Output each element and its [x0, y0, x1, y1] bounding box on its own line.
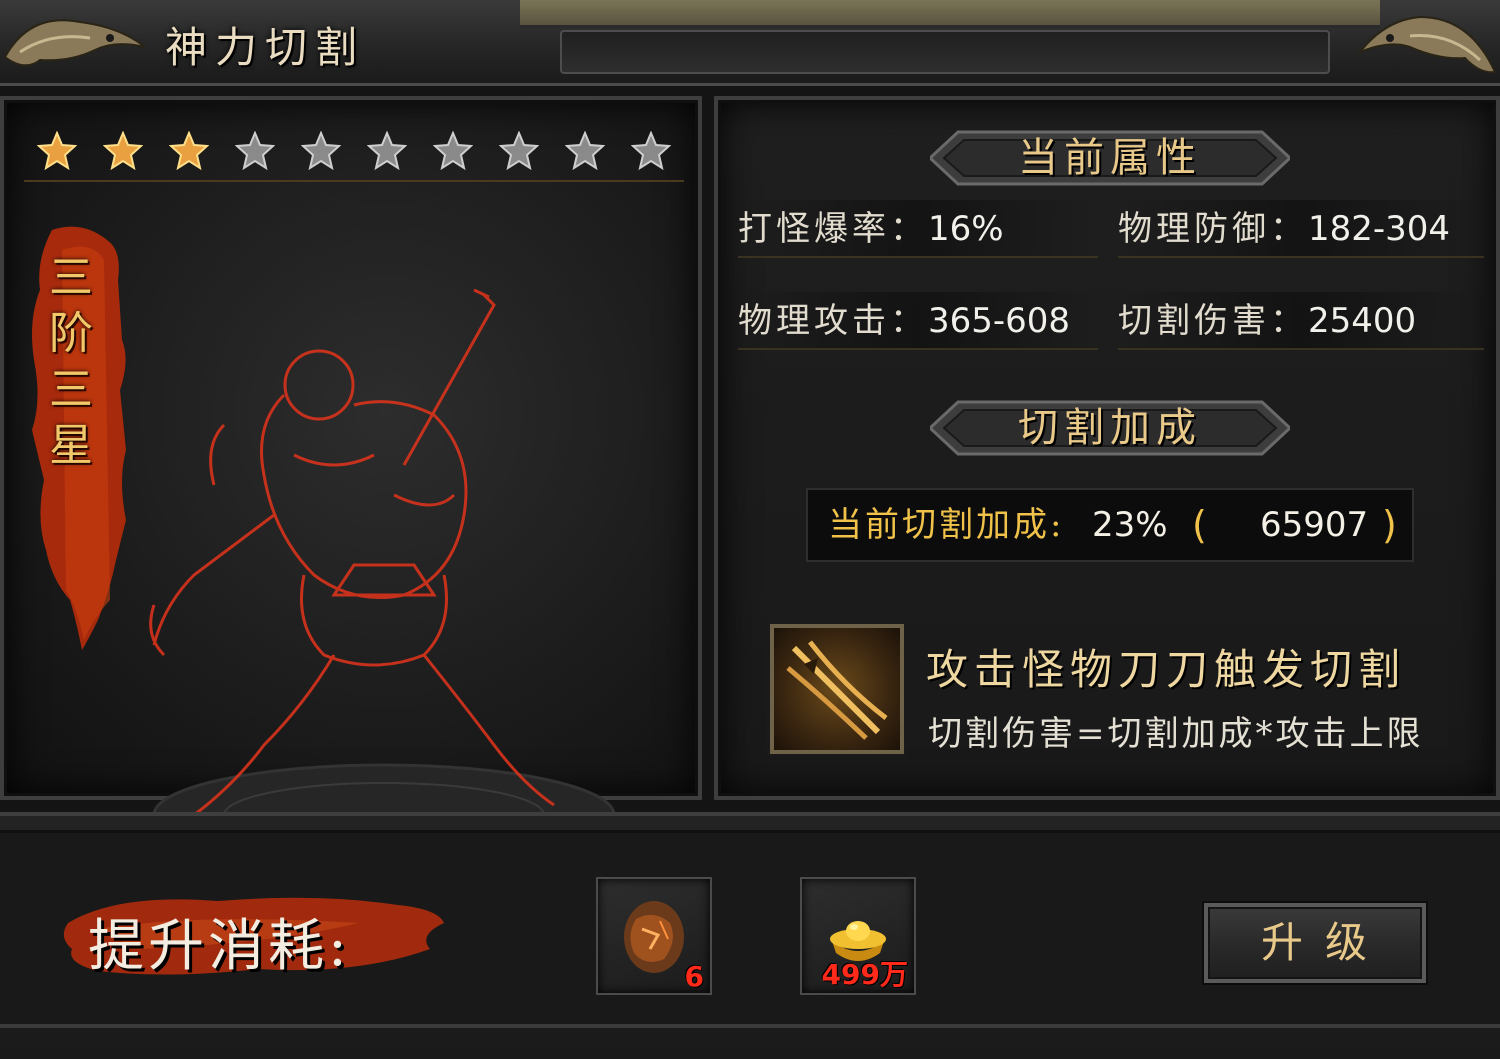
item-quantity: 499万	[821, 958, 908, 991]
stat-label: 物理攻击：	[738, 301, 928, 341]
stat-value: 25400	[1308, 301, 1417, 341]
stat-value: 365-608	[928, 301, 1071, 341]
title-bar-parchment	[520, 0, 1380, 28]
claw-slash-icon	[770, 624, 904, 754]
bonus-paren-close: )	[1382, 503, 1397, 547]
star-empty-icon	[367, 131, 407, 171]
bonus-label: 当前切割加成:	[828, 505, 1065, 545]
star-empty-icon	[565, 131, 605, 171]
character-panel: 三 阶 三 星	[0, 96, 702, 867]
star-empty-icon	[235, 131, 275, 171]
stat-value: 16%	[928, 209, 1004, 249]
star-rating	[24, 122, 684, 182]
stat-cut-damage: 切割伤害：25400	[1118, 292, 1484, 350]
star-empty-icon	[631, 131, 671, 171]
item-quantity: 6	[684, 960, 704, 993]
star-filled-icon	[169, 131, 209, 171]
star-empty-icon	[433, 131, 473, 171]
cost-bar-inner: 提升消耗: 6 499万 升级	[0, 830, 1500, 1028]
attributes-header: 当前属性	[927, 130, 1293, 186]
bonus-paren-open: (	[1192, 503, 1207, 547]
current-bonus-box: 当前切割加成: 23% ( 65907 )	[806, 488, 1414, 562]
stat-physical-attack: 物理攻击：365-608	[738, 292, 1098, 350]
rank-char: 三	[49, 364, 93, 415]
star-empty-icon	[499, 131, 539, 171]
cost-item-ore[interactable]: 6	[596, 877, 712, 995]
cost-label: 提升消耗:	[88, 914, 351, 979]
attributes-title: 当前属性	[1018, 135, 1202, 181]
warrior-figure-illustration	[149, 288, 616, 867]
skill-title: 攻击怪物刀刀触发切割	[926, 645, 1407, 694]
rank-char: 星	[49, 420, 93, 471]
bonus-header: 切割加成	[927, 400, 1293, 456]
bonus-percent: 23%	[1092, 505, 1168, 545]
rank-label: 三 阶 三 星	[40, 250, 102, 474]
bonus-value: 65907	[1260, 505, 1369, 545]
cost-item-gold[interactable]: 499万	[800, 877, 916, 995]
stat-drop-rate: 打怪爆率：16%	[738, 200, 1098, 258]
skill-description: 切割伤害=切割加成*攻击上限	[928, 714, 1424, 754]
stat-label: 切割伤害：	[1118, 301, 1308, 341]
attribute-panel: 当前属性 打怪爆率：16% 物理防御：182-304 物理攻击：365-608 …	[714, 96, 1500, 800]
stat-physical-defense: 物理防御：182-304	[1118, 200, 1484, 258]
title-bar: 神力切割	[0, 0, 1500, 86]
stat-value: 182-304	[1308, 209, 1451, 249]
title-bar-plate	[560, 30, 1330, 74]
cost-bar: 提升消耗: 6 499万 升级	[0, 812, 1500, 1059]
upgrade-button[interactable]: 升级	[1204, 903, 1426, 983]
stat-label: 物理防御：	[1118, 209, 1308, 249]
dragon-ornament-icon	[1356, 15, 1497, 74]
rank-char: 三	[49, 252, 93, 303]
window-title: 神力切割	[165, 23, 366, 72]
star-empty-icon	[301, 131, 341, 171]
dragon-ornament-icon	[3, 19, 146, 67]
stat-label: 打怪爆率：	[738, 209, 928, 249]
bonus-title: 切割加成	[1018, 405, 1202, 451]
rank-char: 阶	[49, 308, 93, 359]
star-filled-icon	[37, 131, 77, 171]
star-filled-icon	[103, 131, 143, 171]
